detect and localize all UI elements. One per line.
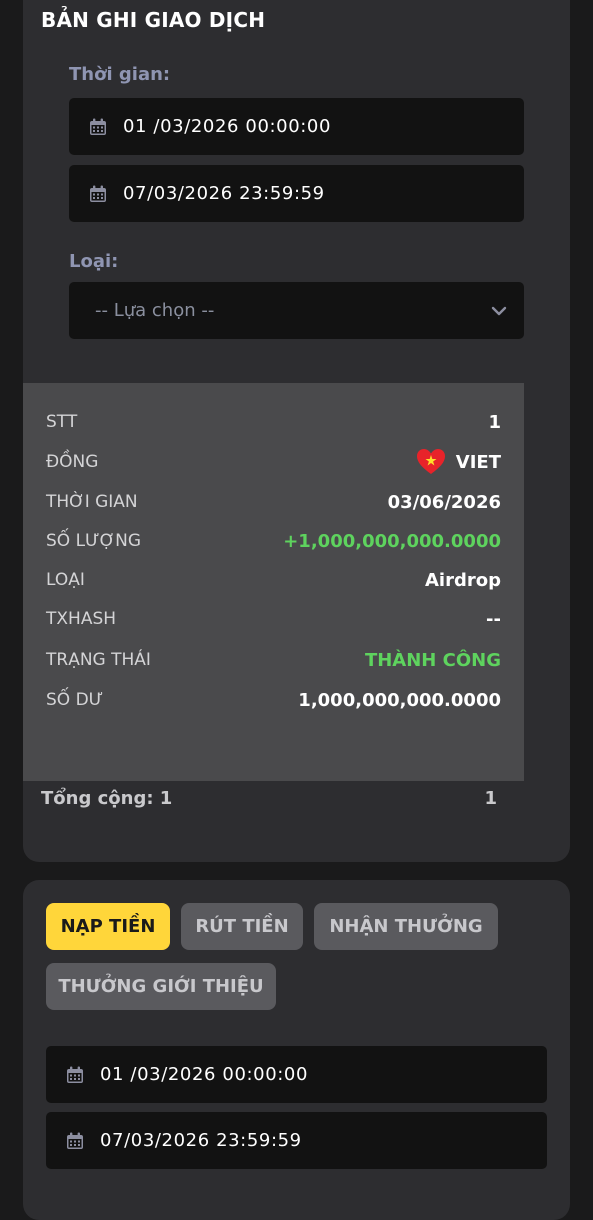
- record-row-coin: ĐỒNG VIET: [46, 447, 501, 477]
- record-key: LOẠI: [46, 570, 85, 590]
- record-value: 1: [488, 411, 501, 433]
- type-label: Loại:: [69, 251, 119, 272]
- end-date-field[interactable]: 07/03/2026 23:59:59: [69, 165, 524, 222]
- tab-rewards[interactable]: NHẬN THƯỞNG: [314, 903, 498, 950]
- record-row-stt: STT 1: [46, 407, 501, 437]
- record-key: STT: [46, 412, 78, 432]
- end-date-value: 07/03/2026 23:59:59: [100, 1130, 302, 1151]
- calendar-icon: [90, 118, 106, 135]
- record-row-status: TRẠNG THÁI THÀNH CÔNG: [46, 645, 501, 675]
- start-date-value: 01 /03/2026 00:00:00: [123, 116, 332, 137]
- time-label: Thời gian:: [69, 64, 171, 85]
- record-key: TRẠNG THÁI: [46, 650, 151, 670]
- total-label: Tổng cộng: 1: [41, 788, 173, 809]
- vietnam-flag-heart-icon: [416, 449, 445, 474]
- type-select[interactable]: -- Lựa chọn --: [69, 282, 524, 339]
- record-value-coin: VIET: [416, 448, 501, 476]
- total-value: 1: [484, 788, 497, 809]
- record-value: Airdrop: [425, 569, 501, 591]
- record-value: 03/06/2026: [387, 491, 501, 513]
- record-key: SỐ DƯ: [46, 690, 104, 710]
- calendar-icon: [90, 185, 106, 202]
- start-date-field-2[interactable]: 01 /03/2026 00:00:00: [46, 1046, 547, 1103]
- record-value: --: [486, 608, 501, 630]
- tab-deposit[interactable]: NẠP TIỀN: [46, 903, 170, 950]
- calendar-icon: [67, 1132, 83, 1149]
- record-value: 1,000,000,000.0000: [298, 689, 501, 711]
- type-select-placeholder: -- Lựa chọn --: [95, 300, 215, 321]
- total-summary: Tổng cộng: 1 1: [41, 788, 497, 809]
- record-row-time: THỜI GIAN 03/06/2026: [46, 487, 501, 517]
- record-row-type: LOẠI Airdrop: [46, 565, 501, 595]
- record-row-txhash: TXHASH --: [46, 604, 501, 634]
- status-badge: THÀNH CÔNG: [364, 649, 501, 671]
- tab-withdraw[interactable]: RÚT TIỀN: [181, 903, 303, 950]
- tab-referral-rewards[interactable]: THƯỞNG GIỚI THIỆU: [46, 963, 276, 1010]
- record-key: TXHASH: [46, 609, 117, 629]
- start-date-value: 01 /03/2026 00:00:00: [100, 1064, 309, 1085]
- record-value-amount: +1,000,000,000.0000: [283, 530, 501, 552]
- coin-name: VIET: [455, 451, 501, 473]
- record-key: ĐỒNG: [46, 452, 99, 472]
- end-date-field-2[interactable]: 07/03/2026 23:59:59: [46, 1112, 547, 1169]
- record-key: THỜI GIAN: [46, 492, 138, 512]
- record-key: SỐ LƯỢNG: [46, 531, 142, 551]
- calendar-icon: [67, 1066, 83, 1083]
- record-row-balance: SỐ DƯ 1,000,000,000.0000: [46, 685, 501, 715]
- page-title: BẢN GHI GIAO DỊCH: [41, 8, 266, 32]
- end-date-value: 07/03/2026 23:59:59: [123, 183, 325, 204]
- transaction-record: STT 1 ĐỒNG VIET THỜI GIAN 03/06/2026 SỐ …: [23, 383, 524, 781]
- chevron-down-icon: [491, 306, 507, 316]
- start-date-field[interactable]: 01 /03/2026 00:00:00: [69, 98, 524, 155]
- record-row-amount: SỐ LƯỢNG +1,000,000,000.0000: [46, 526, 501, 556]
